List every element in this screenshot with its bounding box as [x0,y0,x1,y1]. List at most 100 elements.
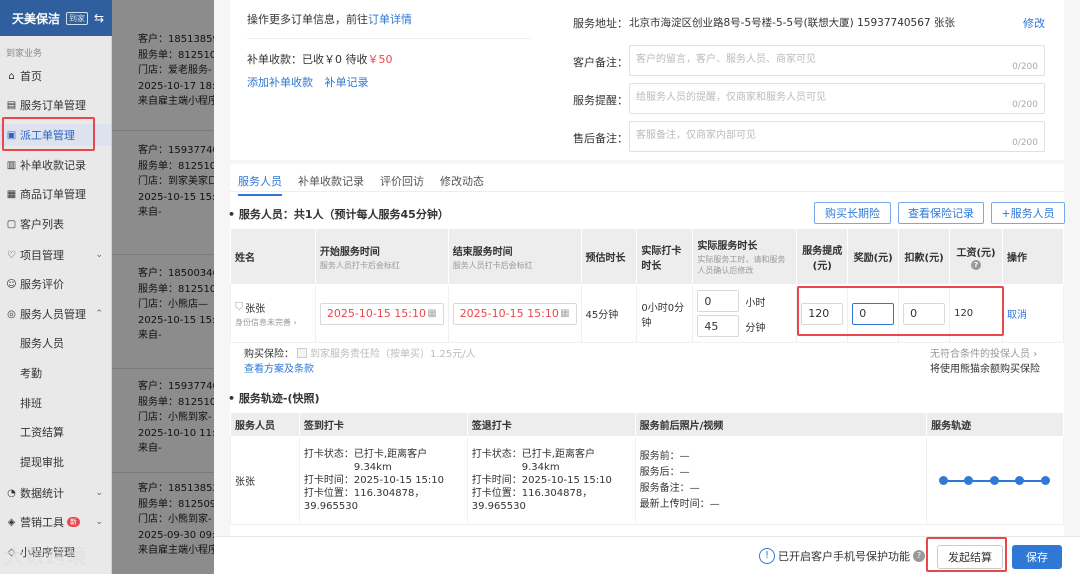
staff-name: 张张 [245,303,266,315]
customer-icon: ▢ [6,218,17,230]
col-actual-duration: 实际服务时长 实际服务工时，请和服务人员确认后修改 [692,228,798,285]
bonus-input[interactable]: 0 [852,302,895,325]
col-op: 操作 [1002,228,1064,285]
sidebar-subitem-schedule[interactable]: 排班 [0,392,111,414]
track-point [939,475,949,485]
table-header-row: 服务人员 签到打卡 签退打卡 服务前后照片/视频 服务轨迹 [230,412,1064,437]
insurance-checkbox[interactable] [297,347,307,358]
list-item-order: 服务单：812510 [138,160,214,172]
header-sub: 服务人员打卡后会标红 [452,260,533,270]
initiate-settlement-button[interactable]: 发起结算 [937,545,1003,569]
order-detail-link[interactable]: 订单详情 [368,13,412,26]
sidebar-item-label: 工资结算 [20,426,64,439]
detail-tabs: 服务人员 补单收款记录 评价回访 修改动态 [238,173,484,196]
sidebar-item-label: 服务评价 [20,278,64,291]
tab-review-visit[interactable]: 评价回访 [380,173,424,196]
list-item[interactable]: 客户：18513859 服务单：812510 门店：爱老服务- 2025-10-… [138,32,214,110]
sidebar-item-goods[interactable]: ▦ 商品订单管理 [0,183,111,205]
no-insured-row[interactable]: 无符合条件的投保人员 › [930,345,1037,360]
hours-unit: 小时 [745,297,766,309]
privacy-notice: ! 已开启客户手机号保护功能 ? [759,548,925,564]
sidebar-subitem-withdrawal[interactable]: 提现审批 [0,451,111,473]
view-insurance-records-button[interactable]: 查看保险记录 [898,202,984,224]
sidebar-subitem-staff-list[interactable]: 服务人员 [0,332,111,354]
sidebar-item-label: 提现审批 [20,456,64,469]
add-staff-button[interactable]: +服务人员 [991,202,1065,224]
list-item-time: 2025-09-30 09: [138,529,214,541]
start-time-input[interactable]: 2025-10-15 15:10 ▦ [319,302,444,325]
sidebar-item-stats[interactable]: ◔ 数据统计 ⌄ [0,482,111,504]
list-item[interactable]: 客户：18513852 服务单：812509 门店：小熊到家- 2025-09-… [138,481,214,559]
background-order-list: 客户：18513859 服务单：812510 门店：爱老服务- 2025-10-… [112,0,214,574]
sidebar-item-home[interactable]: ⌂ 首页 [0,65,111,87]
help-icon[interactable]: ? [971,259,982,270]
add-supplement-link[interactable]: 添加补单收款 [247,76,313,89]
sidebar-item-reviews[interactable]: ☺ 服务评价 [0,273,111,295]
collapse-sidebar-icon[interactable]: ⇆ [94,11,104,25]
hours-input[interactable]: 0 [697,290,740,312]
cell-commission: 120 [796,284,849,343]
header-sub: 服务人员打卡后会标红 [319,260,400,270]
list-item-source: 来自- [138,443,162,454]
save-button[interactable]: 保存 [1012,545,1062,569]
tab-staff[interactable]: 服务人员 [238,173,282,196]
identity-status[interactable]: 身份信息未完善 [235,318,291,327]
sidebar-item-dispatch[interactable]: ▣ 派工单管理 [0,124,111,146]
commission-input[interactable]: 120 [801,302,844,325]
deduct-input[interactable]: 0 [903,302,946,325]
sidebar-item-projects[interactable]: ♡ 项目管理 ⌄ [0,244,111,266]
sidebar-subitem-payroll[interactable]: 工资结算 [0,421,111,443]
tab-change-log[interactable]: 修改动态 [440,173,484,196]
tab-supplement-records[interactable]: 补单收款记录 [298,173,364,196]
chevron-up-icon: ⌃ [95,309,103,319]
track-point [1015,475,1025,485]
buy-long-term-insurance-button[interactable]: 购买长期险 [814,202,891,224]
sidebar-item-service-orders[interactable]: ▤ 服务订单管理 [0,94,111,116]
cell-actual-duration: 0 小时 45 分钟 [692,284,798,343]
list-item[interactable]: 客户：18500346 服务单：812510 门店：小熊店— 2025-10-1… [138,266,214,344]
checkout-location: 打卡位置：116.304878，39.965530 [471,488,593,512]
table-row: 张张 打卡状态： 已打卡,距离客户9.34km 打卡时间：2025-10-15 1… [230,436,1064,525]
header-label: 工资(元) [956,247,996,259]
minutes-input[interactable]: 45 [697,315,740,337]
brand-logo: 天美保洁 [12,11,61,26]
char-counter: 0/200 [1012,138,1038,148]
sidebar-item-customers[interactable]: ▢ 客户列表 [0,213,111,235]
edit-address-link[interactable]: 修改 [1023,15,1045,31]
sidebar-subitem-attendance[interactable]: 考勤 [0,362,111,384]
list-item-store: 门店：爱老服务- [138,65,212,76]
track-line[interactable] [939,475,1051,485]
insurance-terms-link[interactable]: 查看方案及条款 [244,360,314,375]
insured-note: 将使用熊猫余额购买保险 [930,364,1040,375]
aftersale-note-input[interactable]: 客服备注，仅商家内部可见 0/200 [629,121,1045,152]
list-item-store: 门店：小熊店— [138,299,208,310]
service-reminder-input[interactable]: 给服务人员的提醒，仅商家和服务人员可见 0/200 [629,83,1045,114]
sidebar-item-label: 服务人员管理 [20,308,86,321]
checkin-status-label: 打卡状态： [303,449,354,460]
list-item-customer: 客户：15937740 [138,381,214,392]
insurance-label: 购买保险： [244,349,294,360]
divider [112,368,214,369]
sidebar-item-label: 客户列表 [20,218,64,231]
col-commission: 服务提成(元) [796,228,849,285]
col-staff: 服务人员 [230,412,300,437]
customer-note-input[interactable]: 客户的留言，客户、服务人员、商家可见 0/200 [629,45,1045,76]
watermark: 大数跨境 [4,546,88,568]
help-icon[interactable]: ? [913,550,925,562]
service-reminder-label: 服务提醒： [573,94,628,107]
staff-title-text: 服务人员：共1人（预计每人服务45分钟） [238,208,449,221]
end-time-input[interactable]: 2025-10-15 15:10 ▦ [452,302,577,325]
sidebar-item-marketing[interactable]: ◈ 营销工具新 ⌄ [0,511,111,533]
list-item[interactable]: 客户：15937740 服务单：812510 门店：到家美家口 2025-10-… [138,143,214,221]
marketing-icon: ◈ [7,516,16,528]
table-row: ⛉ 张张 身份信息未完善 › 2025-10-15 15:10 ▦ 2025-10-… [230,284,1064,343]
cell-actual-clock: 0小时0分钟 [636,284,694,343]
shield-icon: ⛉ [235,300,244,313]
supplement-records-link[interactable]: 补单记录 [325,76,369,89]
list-item[interactable]: 客户：15937740 服务单：812510 门店：小熊到家- 2025-10-… [138,379,214,457]
sidebar-item-receipts[interactable]: ▥ 补单收款记录 [0,154,111,176]
col-deduct: 扣款(元) [898,228,951,285]
sidebar-item-staff[interactable]: ◎ 服务人员管理 ⌃ [0,303,111,325]
cancel-staff-link[interactable]: 取消 [1007,310,1027,321]
header-label: 实际打卡时长 [641,245,682,272]
